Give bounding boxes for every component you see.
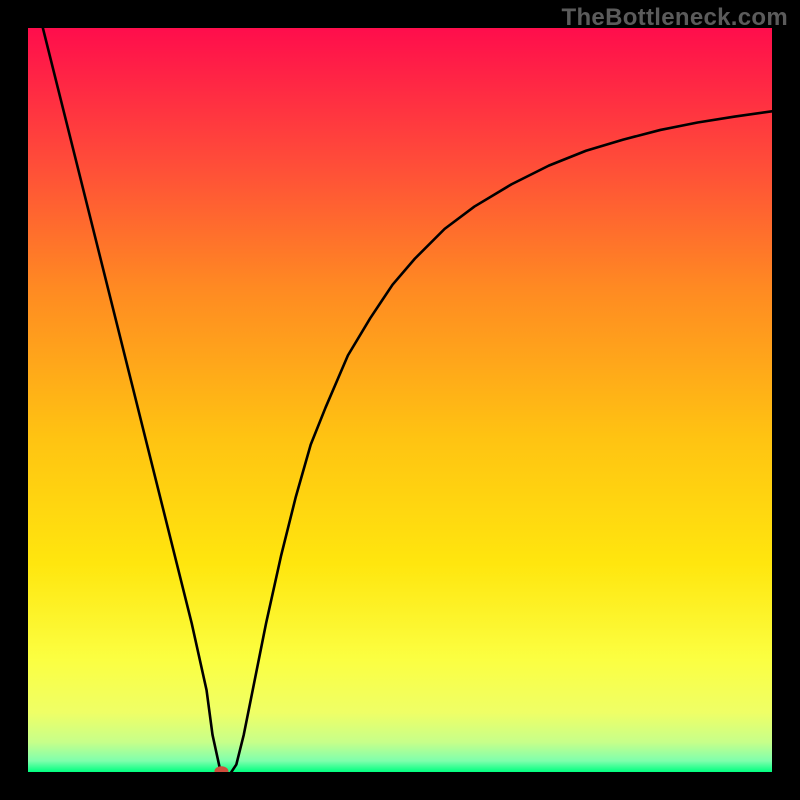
gradient-bg bbox=[28, 28, 772, 772]
plot-area bbox=[28, 28, 772, 772]
chart-svg bbox=[28, 28, 772, 772]
chart-frame: TheBottleneck.com bbox=[0, 0, 800, 800]
